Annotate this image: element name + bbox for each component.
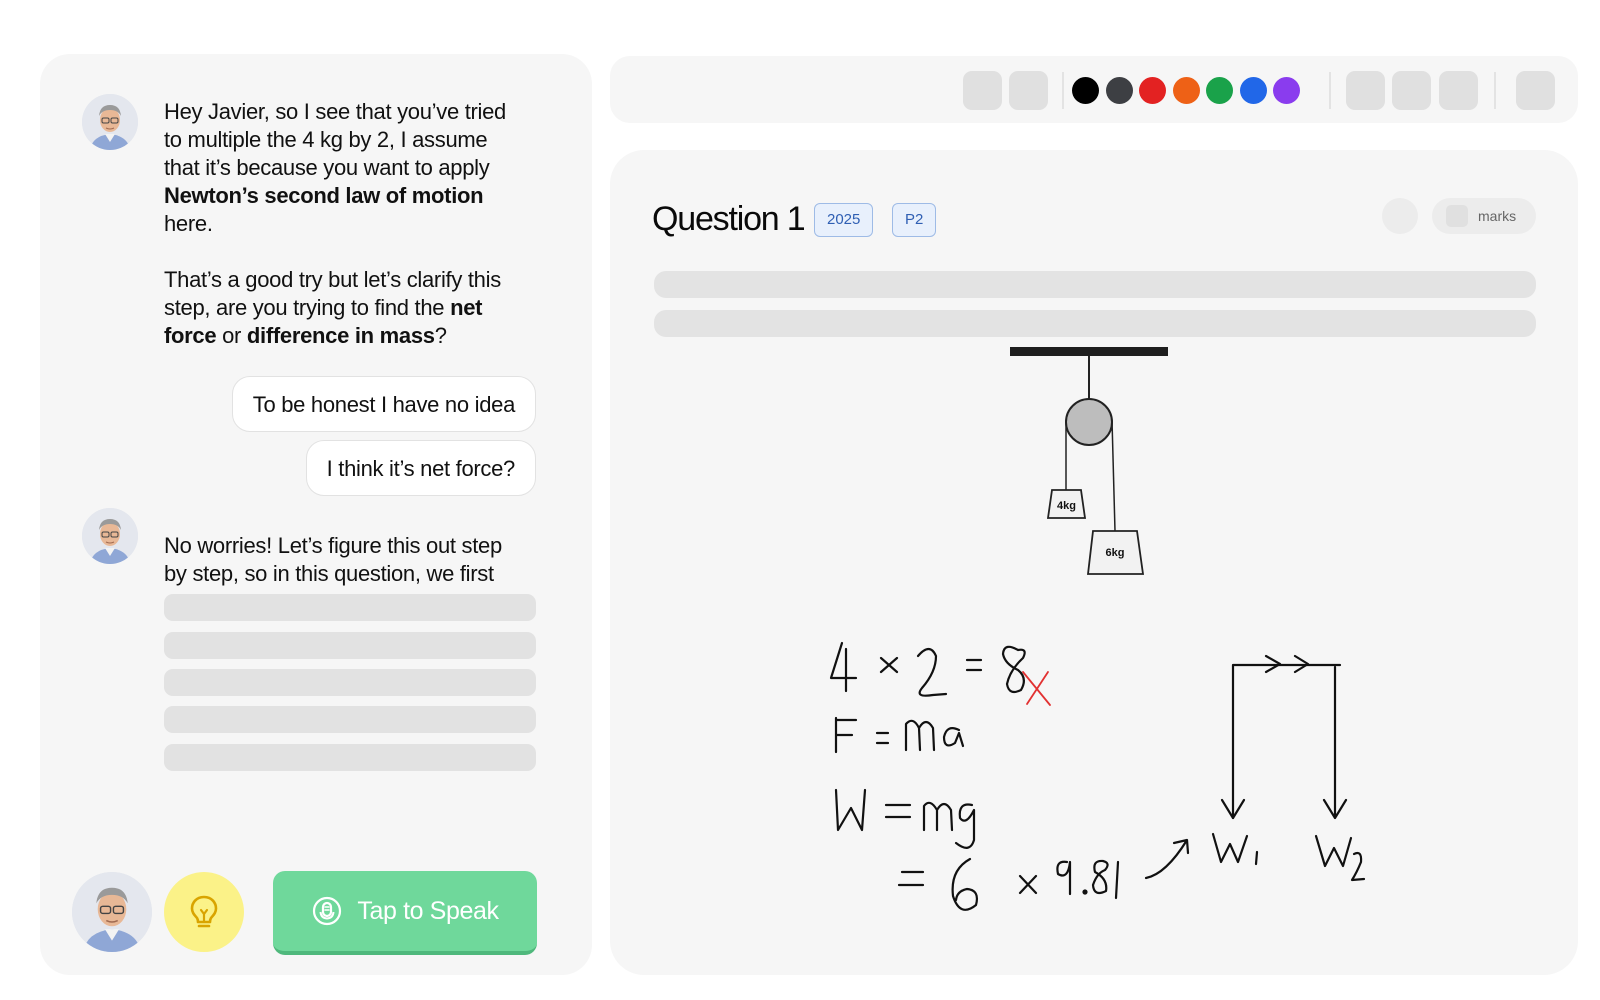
tutor-message-1-paragraph-1: Hey Javier, so I see that you’ve tried t…: [164, 99, 506, 236]
handwriting-line-4: [897, 857, 1120, 911]
loading-skeleton-line: [164, 744, 536, 771]
color-swatch[interactable]: [1273, 77, 1300, 104]
toolbar-divider: [1329, 72, 1331, 109]
tutor-avatar-button[interactable]: [72, 872, 152, 952]
mass-6kg-label: 6kg: [1106, 547, 1125, 559]
hint-button[interactable]: [164, 872, 244, 952]
color-swatch[interactable]: [1139, 77, 1166, 104]
pulley-diagram: 4kg 6kg: [1010, 347, 1168, 575]
handwriting-w1: [1211, 832, 1259, 866]
toolbar-tool-button[interactable]: [1009, 71, 1048, 110]
tutor-portrait-icon: [82, 94, 138, 150]
tutor-avatar: [82, 508, 138, 564]
tutor-message-2: No worries! Let’s figure this out step b…: [164, 533, 502, 586]
toolbar-tool-button[interactable]: [1392, 71, 1431, 110]
pulley-wheel: [1065, 398, 1113, 446]
color-swatch[interactable]: [1172, 77, 1200, 104]
loading-skeleton-line: [164, 632, 536, 659]
tap-to-speak-button[interactable]: Tap to Speak: [273, 871, 537, 955]
user-reply-bubble: To be honest I have no idea: [231, 376, 536, 432]
handwriting-line-3: [834, 788, 976, 849]
toolbar-tool-button[interactable]: [1346, 71, 1385, 110]
tutor-portrait-icon: [82, 508, 138, 564]
incorrect-cross-mark: [1022, 671, 1051, 706]
color-swatch[interactable]: [1239, 77, 1267, 104]
handwriting-line-1: [829, 641, 1026, 697]
chat-panel: Hey Javier, so I see that you’ve tried t…: [40, 54, 592, 975]
toolbar-tool-button[interactable]: [963, 71, 1002, 110]
toolbar-tool-button[interactable]: [1516, 71, 1555, 110]
loading-skeleton-line: [164, 594, 536, 621]
color-swatch[interactable]: [1206, 77, 1233, 104]
lightbulb-icon: [190, 895, 218, 928]
toolbar-divider: [1062, 72, 1064, 109]
color-swatch[interactable]: [1105, 77, 1133, 104]
handwriting-w2: [1314, 834, 1366, 882]
tutor-message-1: Hey Javier, so I see that you’ve tried t…: [164, 98, 524, 350]
toolbar-divider: [1494, 72, 1496, 109]
toolbar-tool-button[interactable]: [1439, 71, 1478, 110]
whiteboard-canvas[interactable]: 4kg 6kg: [610, 150, 1578, 975]
loading-skeleton-line: [164, 706, 536, 733]
bold-term: difference in mass: [246, 323, 435, 348]
drawing-toolbar: [610, 56, 1578, 123]
user-reply-bubble: I think it’s net force?: [305, 440, 536, 496]
question-panel: Question 1 2025 P2 marks 4kg 6kg: [610, 150, 1578, 975]
tutor-portrait-icon: [72, 872, 152, 952]
tutor-message-1-paragraph-2: That’s a good try but let’s clarify this…: [164, 267, 501, 348]
handwritten-working: [829, 641, 1366, 911]
microphone-icon: [313, 896, 342, 926]
loading-skeleton-line: [164, 669, 536, 696]
ceiling-bar: [1010, 347, 1168, 356]
force-arrows-sketch: [1220, 654, 1348, 820]
rope-right: [1111, 419, 1116, 532]
bold-term: Newton’s second law of motion: [164, 183, 484, 208]
tap-to-speak-label: Tap to Speak: [357, 896, 499, 925]
color-swatch[interactable]: [1072, 77, 1099, 104]
mass-4kg-label: 4kg: [1057, 500, 1076, 512]
tutor-avatar: [82, 94, 138, 150]
curved-arrow: [1144, 838, 1190, 880]
handwriting-line-2: [834, 716, 965, 754]
